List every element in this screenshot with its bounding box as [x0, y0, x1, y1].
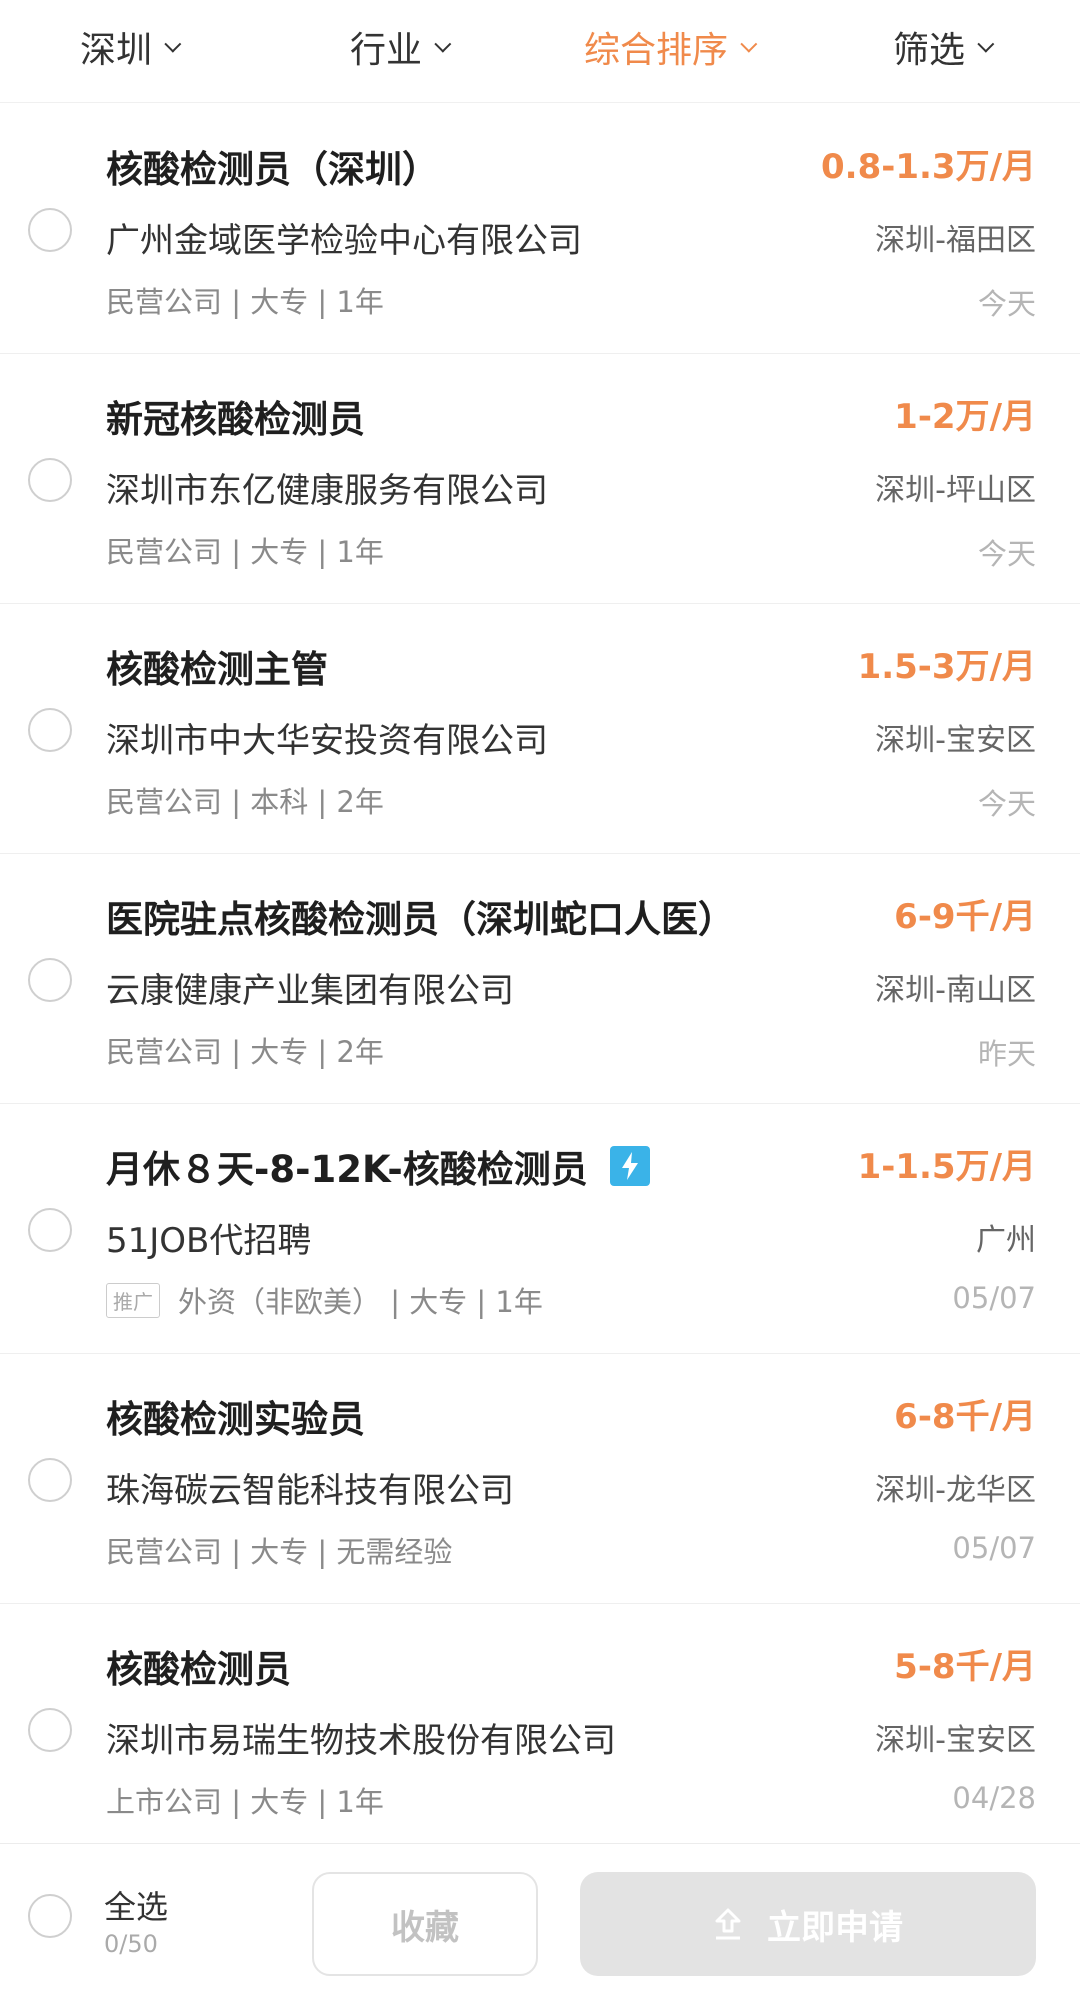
- select-radio[interactable]: [28, 1708, 72, 1752]
- job-location: 深圳-南山区: [875, 973, 1036, 1008]
- select-radio[interactable]: [28, 1208, 72, 1252]
- job-title: 新冠核酸检测员: [106, 398, 365, 441]
- chevron-down-icon: [164, 35, 182, 53]
- job-title: 核酸检测主管: [106, 648, 328, 691]
- favorite-button-label: 收藏: [391, 1907, 459, 1948]
- select-all-label[interactable]: 全选: [104, 1882, 168, 1928]
- job-salary: 6-9千/月: [894, 897, 1036, 937]
- company-name: 广州金域医学检验中心有限公司: [106, 221, 582, 261]
- job-meta-row: 推广 外资（非欧美） | 大专 | 1年: [106, 1279, 543, 1321]
- job-salary: 0.8-1.3万/月: [821, 147, 1036, 187]
- job-location: 深圳-坪山区: [875, 473, 1036, 508]
- job-title: 月休８天-8-12K-核酸检测员: [106, 1148, 588, 1191]
- job-meta: 上市公司 | 大专 | 1年: [106, 1785, 384, 1819]
- select-radio[interactable]: [28, 708, 72, 752]
- filter-city[interactable]: 深圳: [80, 22, 182, 72]
- filter-industry-label: 行业: [350, 30, 423, 71]
- job-title: 核酸检测员（深圳）: [106, 148, 439, 191]
- promo-badge: 推广: [106, 1282, 160, 1318]
- filter-screen-label: 筛选: [893, 30, 966, 71]
- job-title-row: 月休８天-8-12K-核酸检测员: [106, 1139, 650, 1193]
- job-meta: 外资（非欧美） | 大专 | 1年: [178, 1285, 543, 1319]
- job-meta: 民营公司 | 大专 | 无需经验: [106, 1535, 453, 1569]
- job-item[interactable]: 核酸检测员（深圳） 0.8-1.3万/月 广州金域医学检验中心有限公司 深圳-福…: [0, 103, 1080, 354]
- upload-icon: [713, 1907, 743, 1941]
- job-item[interactable]: 月休８天-8-12K-核酸检测员 1-1.5万/月 51JOB代招聘 广州 推广…: [0, 1103, 1080, 1354]
- job-meta: 民营公司 | 大专 | 2年: [106, 1035, 384, 1069]
- post-date: 今天: [977, 537, 1036, 571]
- filter-industry[interactable]: 行业: [350, 22, 452, 72]
- filter-sort-label: 综合排序: [584, 30, 729, 71]
- filter-bar: 深圳 行业 综合排序 筛选: [0, 0, 1080, 103]
- filter-city-label: 深圳: [80, 30, 153, 71]
- job-salary: 1.5-3万/月: [857, 647, 1036, 687]
- job-item[interactable]: 核酸检测主管 1.5-3万/月 深圳市中大华安投资有限公司 深圳-宝安区 民营公…: [0, 603, 1080, 854]
- job-salary: 5-8千/月: [894, 1647, 1036, 1687]
- company-name: 深圳市东亿健康服务有限公司: [106, 471, 548, 511]
- job-salary: 6-8千/月: [894, 1397, 1036, 1437]
- job-location: 深圳-宝安区: [875, 723, 1036, 758]
- post-date: 05/07: [952, 1281, 1036, 1315]
- job-location: 深圳-宝安区: [875, 1723, 1036, 1758]
- job-item[interactable]: 核酸检测实验员 6-8千/月 珠海碳云智能科技有限公司 深圳-龙华区 民营公司 …: [0, 1353, 1080, 1604]
- apply-now-label: 立即申请: [767, 1907, 903, 1948]
- job-item[interactable]: 医院驻点核酸检测员（深圳蛇口人医） 6-9千/月 云康健康产业集团有限公司 深圳…: [0, 853, 1080, 1104]
- lightning-icon: [609, 1146, 650, 1186]
- post-date: 昨天: [977, 1037, 1036, 1071]
- apply-now-button[interactable]: 立即申请: [580, 1872, 1036, 1976]
- post-date: 今天: [977, 287, 1036, 321]
- post-date: 今天: [977, 787, 1036, 821]
- job-meta: 民营公司 | 大专 | 1年: [106, 535, 384, 569]
- filter-sort[interactable]: 综合排序: [584, 22, 758, 72]
- chevron-down-icon: [740, 35, 758, 53]
- job-title: 医院驻点核酸检测员（深圳蛇口人医）: [106, 898, 735, 941]
- job-title: 核酸检测员: [106, 1648, 291, 1691]
- select-radio[interactable]: [28, 208, 72, 252]
- job-meta: 民营公司 | 大专 | 1年: [106, 285, 384, 319]
- job-salary: 1-2万/月: [894, 397, 1036, 437]
- select-radio[interactable]: [28, 458, 72, 502]
- job-salary: 1-1.5万/月: [857, 1147, 1036, 1187]
- select-all-radio[interactable]: [28, 1894, 72, 1938]
- bottom-action-bar: 全选 0/50 收藏 立即申请: [0, 1843, 1080, 1992]
- chevron-down-icon: [434, 35, 452, 53]
- company-name: 云康健康产业集团有限公司: [106, 971, 514, 1011]
- job-meta: 民营公司 | 本科 | 2年: [106, 785, 384, 819]
- favorite-button[interactable]: 收藏: [312, 1872, 538, 1976]
- job-item[interactable]: 核酸检测员 5-8千/月 深圳市易瑞生物技术股份有限公司 深圳-宝安区 上市公司…: [0, 1603, 1080, 1853]
- select-radio[interactable]: [28, 1458, 72, 1502]
- company-name: 51JOB代招聘: [106, 1221, 312, 1261]
- company-name: 深圳市易瑞生物技术股份有限公司: [106, 1721, 616, 1761]
- job-location: 深圳-福田区: [875, 223, 1036, 258]
- job-title: 核酸检测实验员: [106, 1398, 365, 1441]
- job-location: 深圳-龙华区: [875, 1473, 1036, 1508]
- filter-screen[interactable]: 筛选: [893, 22, 995, 72]
- selected-count: 0/50: [104, 1930, 158, 1958]
- chevron-down-icon: [977, 35, 995, 53]
- post-date: 04/28: [952, 1781, 1036, 1815]
- post-date: 05/07: [952, 1531, 1036, 1565]
- job-item[interactable]: 新冠核酸检测员 1-2万/月 深圳市东亿健康服务有限公司 深圳-坪山区 民营公司…: [0, 353, 1080, 604]
- select-radio[interactable]: [28, 958, 72, 1002]
- company-name: 珠海碳云智能科技有限公司: [106, 1471, 514, 1511]
- job-location: 广州: [976, 1223, 1036, 1258]
- company-name: 深圳市中大华安投资有限公司: [106, 721, 548, 761]
